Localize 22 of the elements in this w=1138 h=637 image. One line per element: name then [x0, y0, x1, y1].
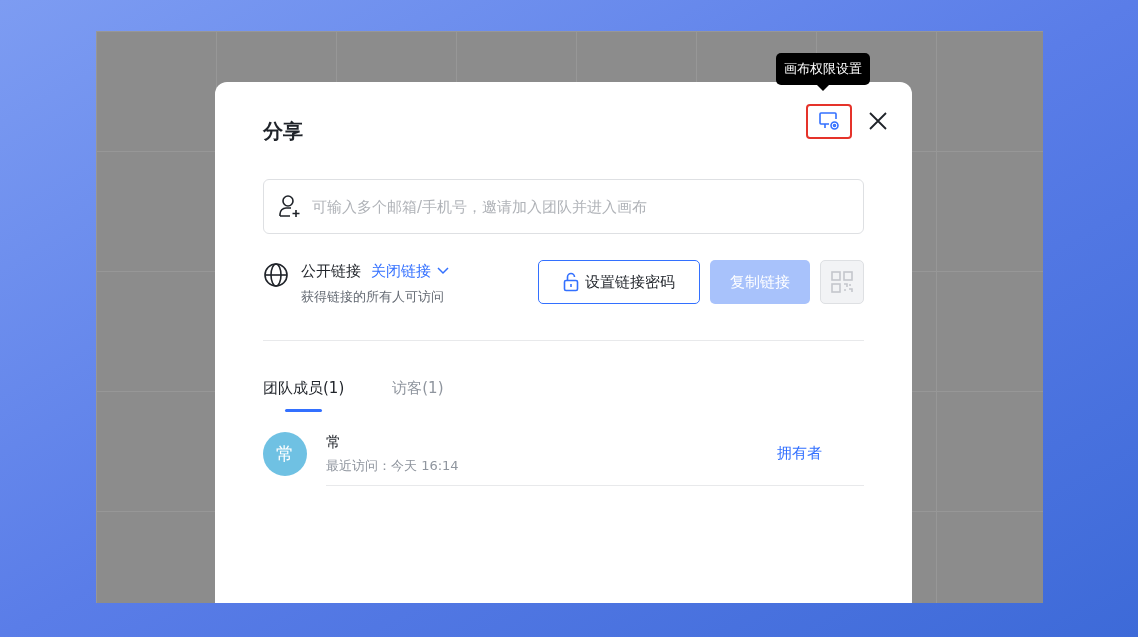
link-access-dropdown[interactable]: 关闭链接 [371, 260, 449, 283]
tab[interactable]: 团队成员(1) [263, 377, 345, 412]
tab[interactable]: 访客(1) [392, 377, 444, 412]
member-role[interactable]: 拥有者 [777, 441, 822, 465]
chevron-down-icon [437, 267, 449, 276]
last-visit-text: 最近访问：今天 16:14 [326, 456, 460, 475]
public-link-label: 公开链接 [301, 261, 361, 282]
qr-code-icon [831, 271, 853, 293]
add-user-icon [277, 193, 303, 219]
screen-gear-icon [818, 111, 840, 131]
globe-icon [263, 262, 289, 288]
tooltip: 画布权限设置 [776, 53, 870, 85]
invite-field[interactable]: 可输入多个邮箱/手机号，邀请加入团队并进入画布 [263, 179, 864, 234]
tooltip-arrow-icon [817, 85, 829, 91]
canvas-permission-button[interactable] [806, 103, 852, 139]
public-link-description: 获得链接的所有人可访问 [301, 287, 445, 306]
set-password-button[interactable]: 设置链接密码 [538, 260, 700, 304]
close-icon [869, 112, 887, 130]
dialog-title: 分享 [263, 118, 303, 145]
member-name: 常 [326, 432, 342, 453]
unlock-icon [563, 272, 579, 292]
avatar: 常 [263, 431, 307, 476]
